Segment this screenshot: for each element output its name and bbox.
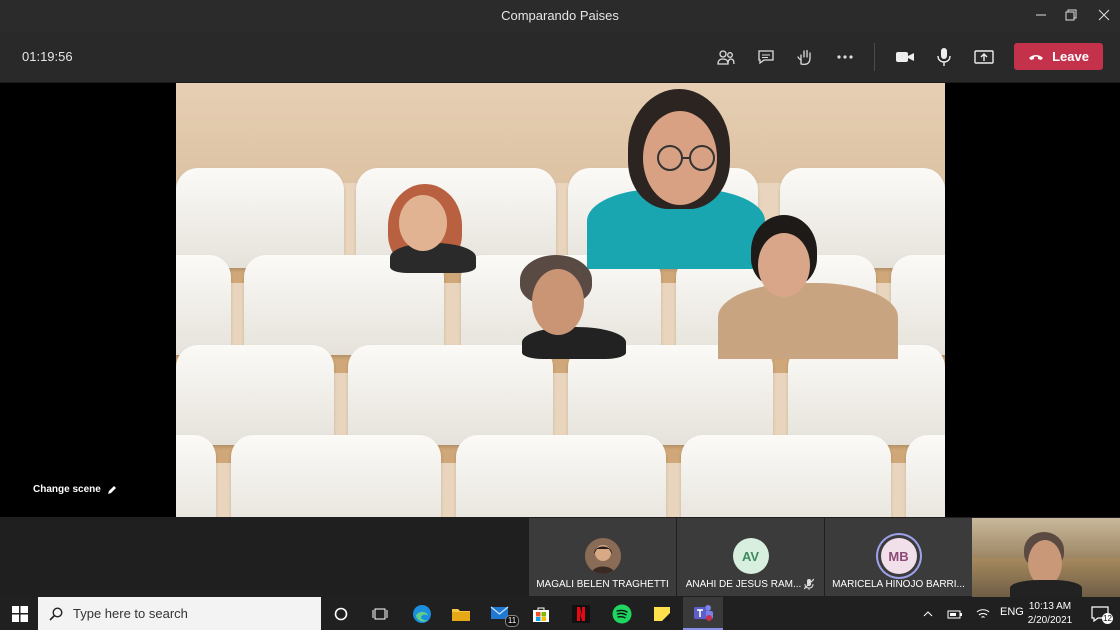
participant-name: ANAHI DE JESUS RAM... bbox=[685, 579, 802, 590]
seat bbox=[176, 435, 216, 517]
mail-badge: 11 bbox=[505, 615, 519, 627]
teams-icon bbox=[694, 604, 713, 621]
participant-tile[interactable]: MAGALI BELEN TRAGHETTI bbox=[529, 518, 676, 596]
search-placeholder: Type here to search bbox=[73, 606, 188, 621]
system-clock[interactable]: 10:13 AM 2/20/2021 bbox=[1024, 600, 1076, 628]
microphone-button[interactable] bbox=[931, 44, 957, 70]
participants-button[interactable] bbox=[713, 44, 739, 70]
taskbar-app-mail[interactable]: 11 bbox=[481, 597, 521, 630]
cortana-button[interactable] bbox=[321, 597, 361, 630]
wifi-indicator[interactable] bbox=[968, 597, 998, 630]
task-view-icon bbox=[372, 608, 388, 619]
avatar: MB bbox=[880, 538, 917, 574]
taskbar-app-file-explorer[interactable] bbox=[441, 597, 481, 630]
clock-time: 10:13 AM bbox=[1028, 601, 1072, 612]
reactions-button[interactable] bbox=[792, 44, 818, 70]
more-icon bbox=[837, 55, 853, 59]
seat bbox=[176, 345, 334, 445]
share-screen-button[interactable] bbox=[971, 44, 997, 70]
taskbar-search-box[interactable]: Type here to search bbox=[38, 597, 321, 630]
seat bbox=[176, 168, 344, 268]
cortana-icon bbox=[334, 607, 348, 620]
change-scene-label: Change scene bbox=[33, 484, 101, 495]
participant-name: MAGALI BELEN TRAGHETTI bbox=[536, 579, 669, 590]
pencil-icon bbox=[107, 485, 116, 494]
seat bbox=[891, 255, 945, 355]
chat-icon bbox=[758, 50, 774, 65]
microphone-icon bbox=[937, 48, 951, 66]
more-actions-button[interactable] bbox=[832, 44, 858, 70]
sticky-notes-icon bbox=[654, 606, 670, 621]
folder-icon bbox=[452, 608, 470, 621]
seat bbox=[681, 435, 891, 517]
glasses-icon bbox=[657, 145, 715, 171]
input-language[interactable]: ENG bbox=[1000, 606, 1024, 618]
change-scene-button[interactable]: Change scene bbox=[33, 484, 117, 495]
seat bbox=[176, 255, 231, 355]
profile-photo-icon bbox=[584, 538, 621, 574]
participant-tile[interactable]: MB MARICELA HINOJO BARRI... bbox=[825, 518, 972, 596]
seat bbox=[788, 345, 945, 445]
battery-icon bbox=[947, 610, 962, 618]
seat bbox=[231, 435, 441, 517]
restore-icon bbox=[1065, 9, 1077, 21]
seat bbox=[456, 435, 666, 517]
seat bbox=[348, 345, 553, 445]
taskbar-app-netflix[interactable] bbox=[561, 597, 601, 630]
participant-strip: MAGALI BELEN TRAGHETTI AV ANAHI DE JESUS… bbox=[0, 517, 1120, 597]
restore-button[interactable] bbox=[1059, 4, 1083, 26]
edge-icon bbox=[413, 604, 431, 623]
participant-name: MARICELA HINOJO BARRI... bbox=[832, 579, 965, 590]
windows-logo-icon bbox=[12, 605, 28, 622]
share-screen-icon bbox=[974, 50, 994, 64]
together-mode-scene bbox=[176, 83, 945, 517]
video-stage: Change scene bbox=[0, 83, 1120, 517]
notification-center-button[interactable]: 12 bbox=[1080, 597, 1120, 630]
clock-date: 2/20/2021 bbox=[1027, 615, 1073, 626]
mic-muted-icon bbox=[804, 578, 814, 590]
avatar: AV bbox=[732, 538, 769, 574]
minimize-icon bbox=[1036, 14, 1046, 16]
close-icon bbox=[1098, 9, 1110, 21]
wifi-icon bbox=[976, 608, 990, 618]
taskbar-app-spotify[interactable] bbox=[602, 597, 642, 630]
hang-up-icon bbox=[1029, 54, 1044, 60]
window-title: Comparando Paises bbox=[501, 8, 619, 23]
task-view-button[interactable] bbox=[360, 597, 400, 630]
leave-label: Leave bbox=[1052, 49, 1089, 64]
spotify-icon bbox=[612, 604, 632, 623]
participant-tile[interactable]: AV ANAHI DE JESUS RAM... bbox=[677, 518, 824, 596]
close-button[interactable] bbox=[1092, 4, 1116, 26]
people-icon bbox=[717, 50, 735, 65]
toolbar-divider bbox=[874, 43, 875, 71]
seat bbox=[568, 345, 773, 445]
self-video-preview[interactable] bbox=[972, 518, 1120, 597]
store-icon bbox=[533, 607, 549, 622]
notification-badge: 12 bbox=[1102, 613, 1113, 624]
camera-button[interactable] bbox=[892, 44, 918, 70]
minimize-button[interactable] bbox=[1029, 4, 1053, 26]
title-bar: Comparando Paises bbox=[0, 0, 1120, 31]
chat-button[interactable] bbox=[753, 44, 779, 70]
leave-button[interactable]: Leave bbox=[1014, 43, 1103, 70]
avatar bbox=[584, 538, 621, 574]
taskbar-app-sticky-notes[interactable] bbox=[642, 597, 682, 630]
windows-taskbar: Type here to search 11 ENG 10:13 AM 2/20… bbox=[0, 597, 1120, 630]
seat bbox=[906, 435, 945, 517]
start-button[interactable] bbox=[0, 597, 40, 630]
chevron-up-icon bbox=[923, 610, 933, 616]
camera-icon bbox=[896, 52, 914, 62]
battery-indicator[interactable] bbox=[940, 597, 970, 630]
taskbar-app-edge[interactable] bbox=[402, 597, 442, 630]
raise-hand-icon bbox=[797, 49, 811, 65]
call-timer: 01:19:56 bbox=[22, 49, 73, 64]
taskbar-app-teams[interactable] bbox=[683, 597, 723, 630]
search-icon bbox=[49, 606, 63, 621]
call-toolbar: 01:19:56 Leave bbox=[0, 31, 1120, 83]
taskbar-app-store[interactable] bbox=[521, 597, 561, 630]
netflix-icon bbox=[572, 604, 590, 623]
